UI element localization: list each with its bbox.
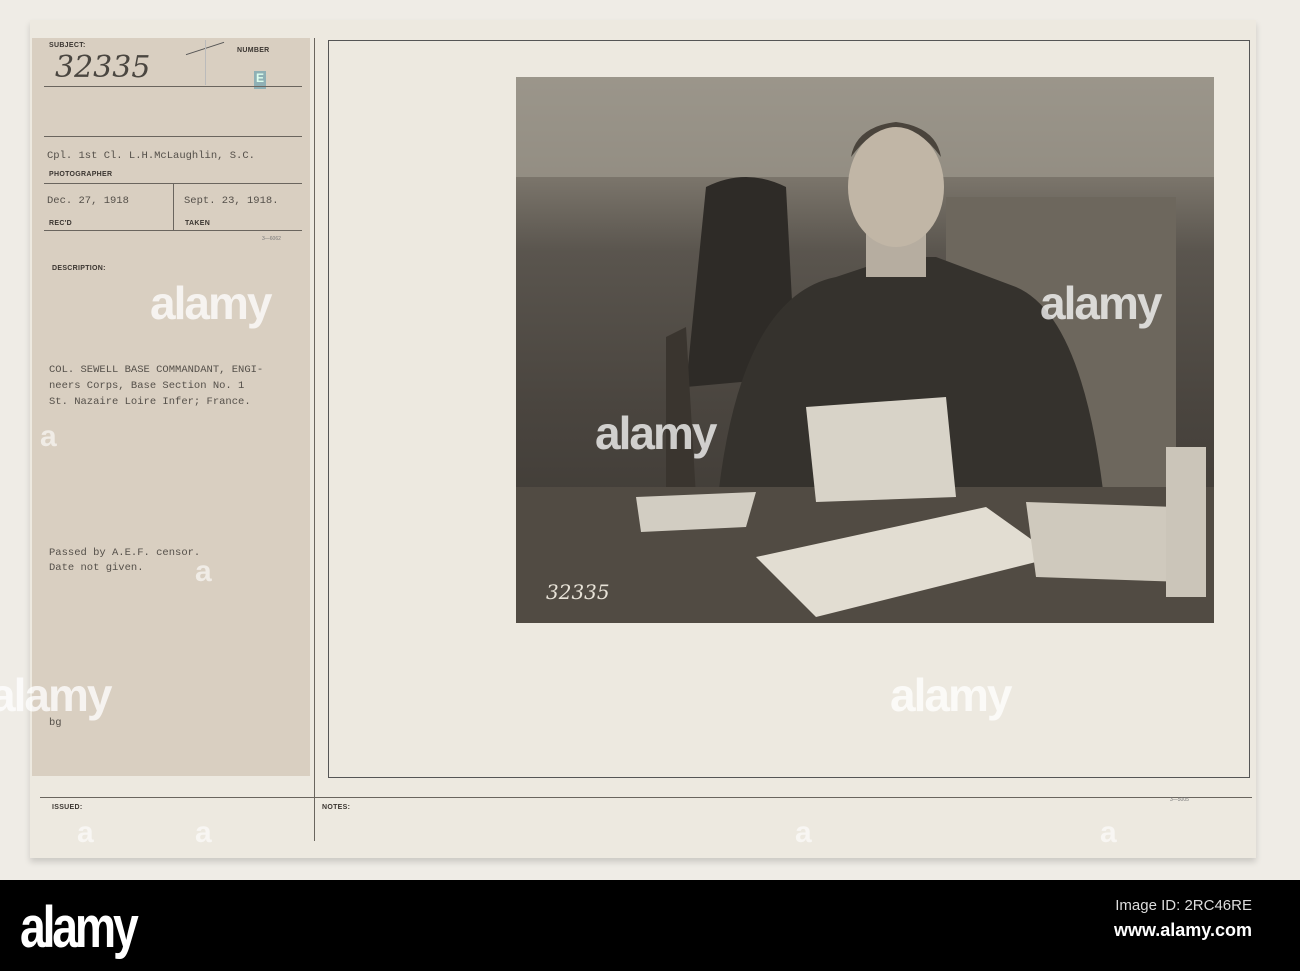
image-id: Image ID: 2RC46RE [1115,897,1252,914]
watermark: alamy [1040,277,1162,329]
stock-footer: alamy Image ID: 2RC46RE www.alamy.com [0,880,1300,971]
form-code: 3—6062 [262,236,281,242]
photo-number-inscription: 32335 [546,580,610,604]
received-label: REC'D [49,220,72,227]
watermark: a [40,420,57,453]
divider [44,86,302,87]
photographer-name: Cpl. 1st Cl. L.H.McLaughlin, S.C. [47,150,255,162]
issued-label: ISSUED: [52,804,83,811]
description-text: COL. SEWELL BASE COMMANDANT, ENGI- neers… [49,364,264,408]
form-code: 3—5005 [1170,797,1189,803]
watermark: alamy [150,277,272,329]
watermark: alamy [890,669,1012,721]
number-label: NUMBER [237,47,270,54]
taken-label: TAKEN [185,220,211,227]
photo-scene: 32335 [516,77,1214,623]
photographer-label: PHOTOGRAPHER [49,171,113,178]
watermark: alamy [595,407,717,459]
received-date: Dec. 27, 1918 [47,195,129,207]
vertical-divider [314,38,315,841]
watermark: a [77,816,94,849]
censor-note: Passed by A.E.F. censor. Date not given. [49,547,201,574]
bottom-divider [40,797,1252,798]
divider [173,183,174,230]
notes-label: NOTES: [322,804,351,811]
watermark: a [195,816,212,849]
subject-label: SUBJECT: [49,42,86,49]
watermark: a [1100,816,1117,849]
alamy-url[interactable]: www.alamy.com [1114,920,1252,941]
watermark: a [195,555,212,588]
divider [44,230,302,231]
description-label: DESCRIPTION: [52,265,106,272]
subject-number: 32335 [55,50,151,85]
alamy-logo: alamy [20,895,139,960]
divider [205,40,206,85]
photograph: 32335 [516,77,1214,623]
watermark: alamy [0,669,112,721]
divider [44,136,302,137]
watermark: a [795,816,812,849]
taken-date: Sept. 23, 1918. [184,195,279,207]
